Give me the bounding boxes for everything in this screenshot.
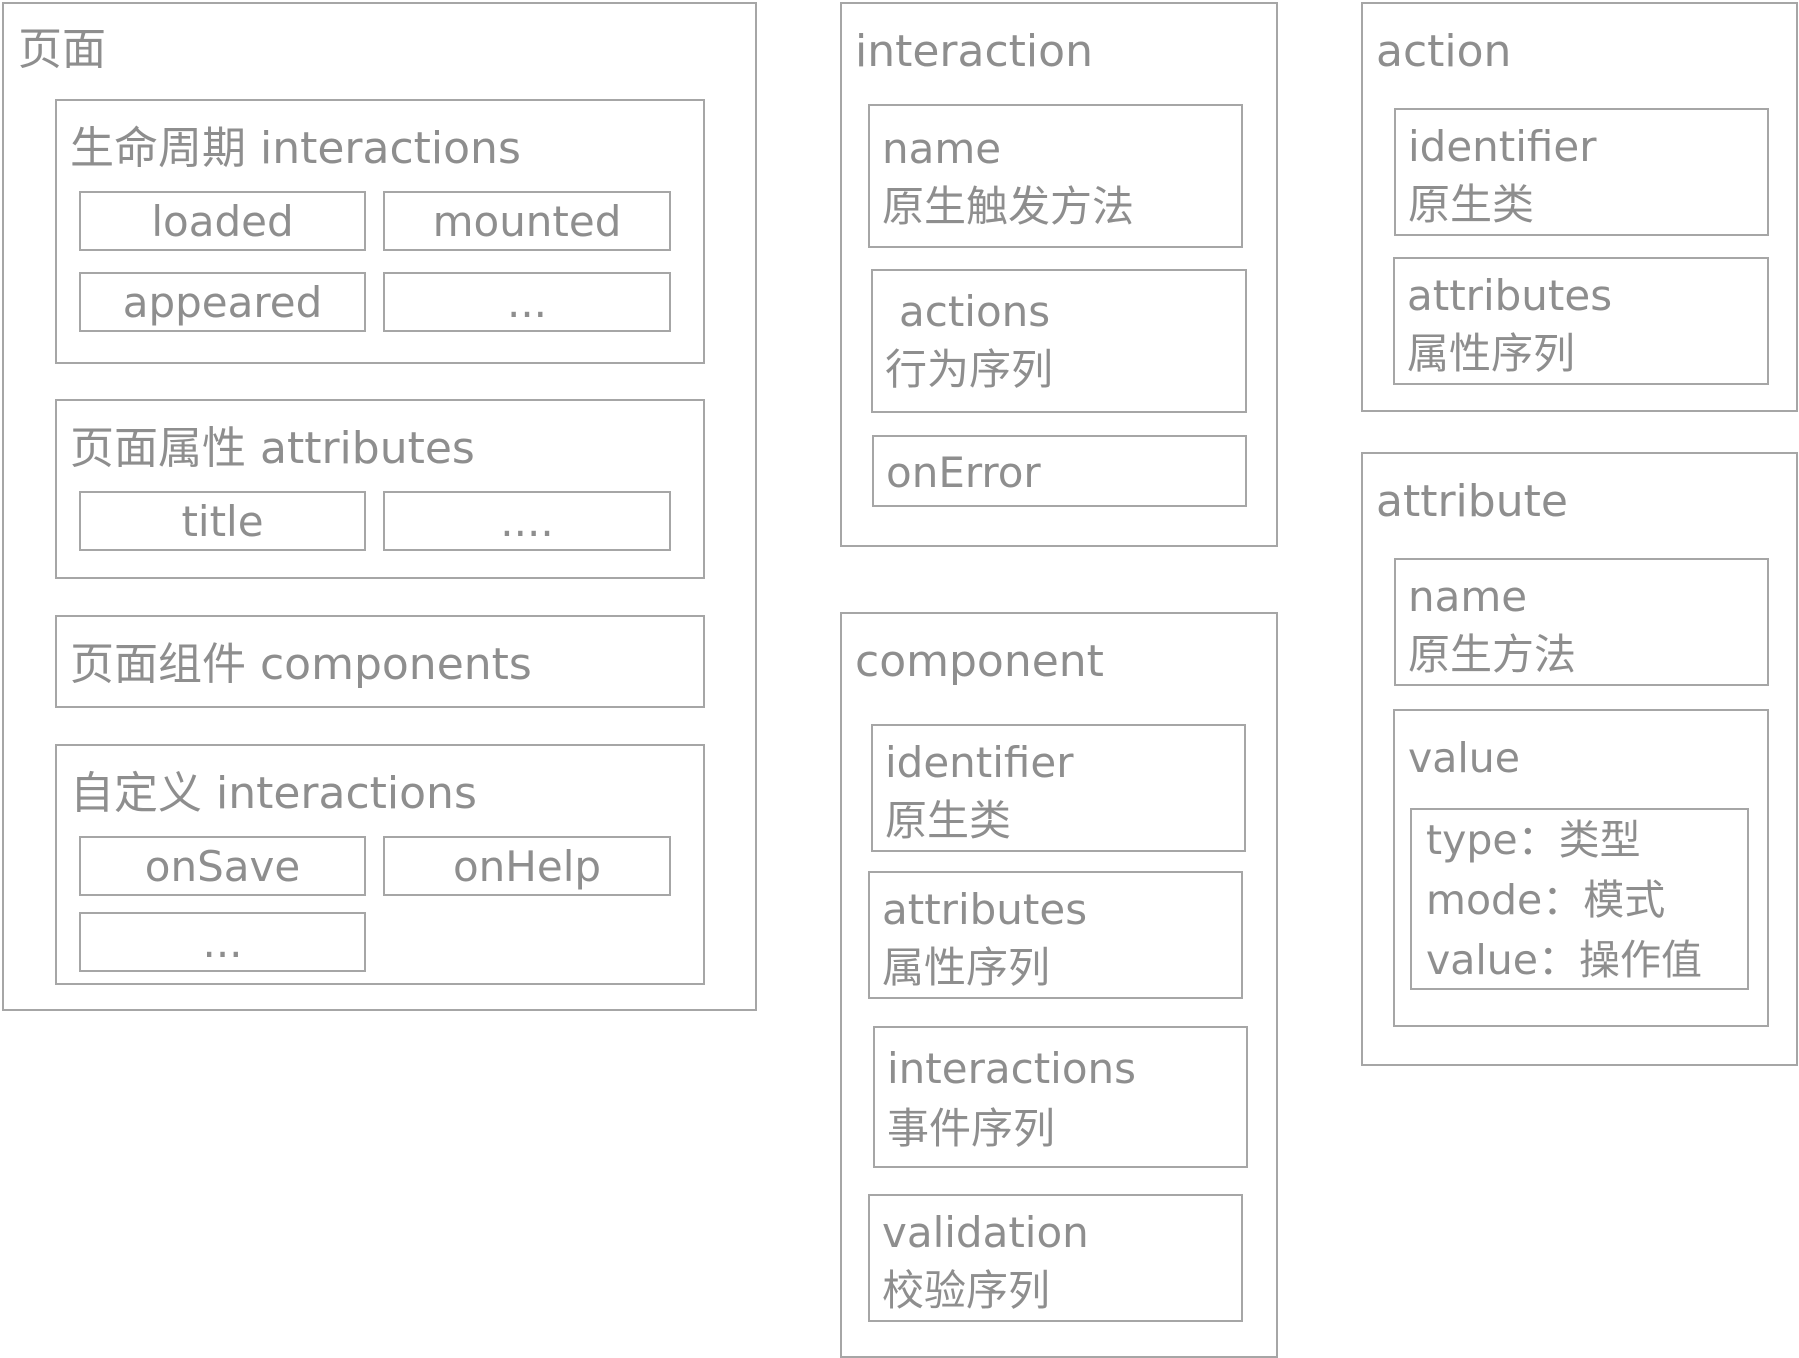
action-attributes-desc: 属性序列 [1407, 329, 1576, 378]
component-validation-key: validation [882, 1208, 1089, 1257]
attribute-value-key: value [1408, 734, 1520, 782]
attribute-value-mode: mode：模式 [1426, 876, 1666, 924]
attribute-name-field: name 原生方法 [1394, 558, 1769, 686]
attribute-title: attribute [1376, 476, 1568, 527]
page-attributes-title: 页面属性 attributes [70, 423, 475, 474]
custom-interactions-title: 自定义 interactions [70, 768, 477, 819]
component-attributes-desc: 属性序列 [882, 943, 1051, 992]
component-attributes-key: attributes [882, 885, 1088, 934]
interaction-actions-desc: 行为序列 [885, 345, 1054, 394]
component-interactions-field: interactions 事件序列 [873, 1026, 1248, 1168]
interaction-name-desc: 原生触发方法 [882, 182, 1135, 231]
action-attributes-field: attributes 属性序列 [1393, 257, 1769, 385]
page-attribute-item-more: .... [383, 491, 671, 551]
component-identifier-desc: 原生类 [885, 796, 1012, 845]
interaction-name-field: name 原生触发方法 [868, 104, 1243, 248]
interaction-title: interaction [855, 26, 1093, 77]
lifecycle-item-loaded: loaded [79, 191, 366, 251]
component-title: component [855, 636, 1104, 687]
interaction-onerror-field: onError [872, 435, 1247, 507]
component-validation-field: validation 校验序列 [868, 1194, 1243, 1322]
lifecycle-item-mounted: mounted [383, 191, 671, 251]
attribute-value-type: type：类型 [1426, 816, 1641, 864]
action-identifier-field: identifier 原生类 [1394, 108, 1769, 236]
custom-item-onsave: onSave [79, 836, 366, 896]
action-identifier-desc: 原生类 [1408, 180, 1535, 229]
component-identifier-key: identifier [885, 738, 1074, 787]
page-components-title: 页面组件 components [70, 639, 532, 690]
page-attribute-item-title: title [79, 491, 366, 551]
lifecycle-item-more: ... [383, 272, 671, 332]
component-interactions-desc: 事件序列 [887, 1104, 1056, 1153]
lifecycle-title: 生命周期 interactions [70, 123, 521, 174]
action-title: action [1376, 26, 1512, 77]
lifecycle-item-appeared: appeared [79, 272, 366, 332]
interaction-actions-key: actions [899, 287, 1051, 336]
interaction-actions-field: actions 行为序列 [871, 269, 1247, 413]
attribute-name-key: name [1408, 572, 1528, 621]
component-interactions-key: interactions [887, 1044, 1137, 1093]
action-attributes-key: attributes [1407, 271, 1613, 320]
page-title: 页面 [18, 24, 106, 75]
attribute-name-desc: 原生方法 [1408, 630, 1577, 679]
component-identifier-field: identifier 原生类 [871, 724, 1246, 852]
component-validation-desc: 校验序列 [882, 1266, 1051, 1315]
attribute-value-value: value：操作值 [1426, 936, 1702, 984]
custom-item-more: ... [79, 912, 366, 972]
interaction-onerror-key: onError [886, 448, 1041, 497]
custom-item-onhelp: onHelp [383, 836, 671, 896]
component-attributes-field: attributes 属性序列 [868, 871, 1243, 999]
action-identifier-key: identifier [1408, 122, 1597, 171]
interaction-name-key: name [882, 124, 1002, 173]
